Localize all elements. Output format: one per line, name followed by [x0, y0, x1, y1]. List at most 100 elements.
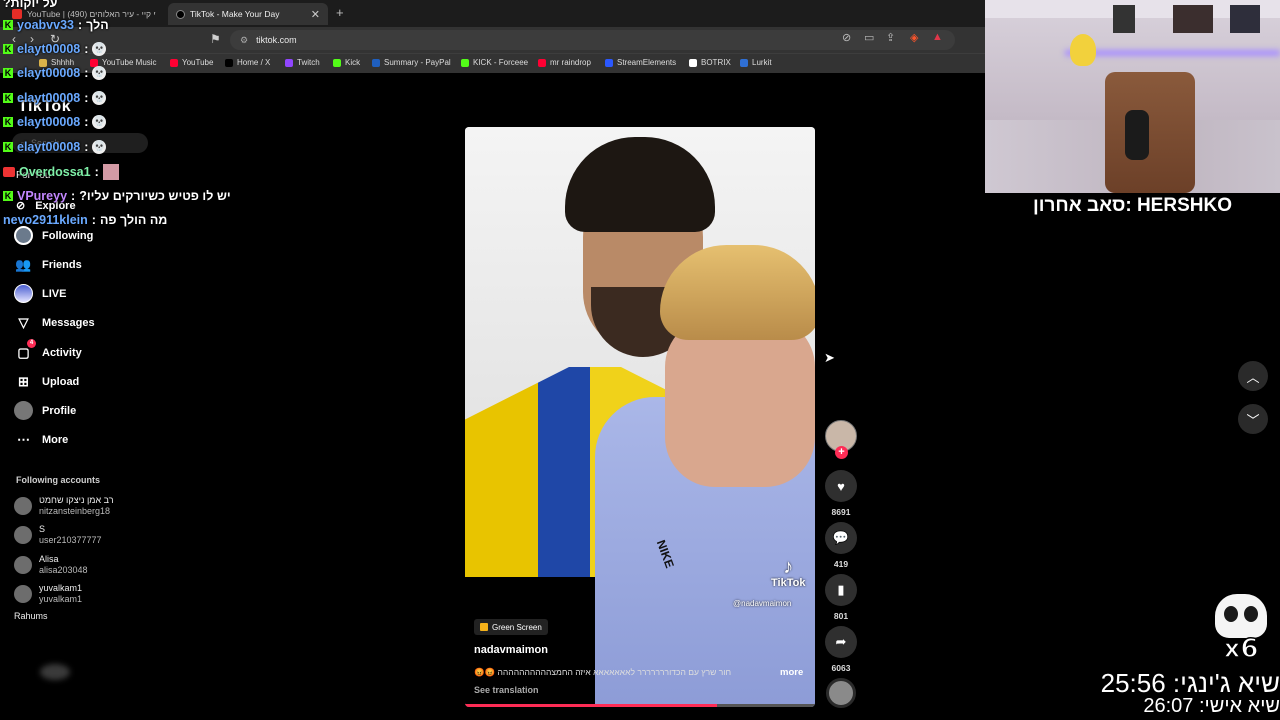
heart-icon: ♥ — [837, 478, 845, 494]
share-count: 6063 — [831, 663, 851, 673]
video-author[interactable]: nadavmaimon — [474, 644, 548, 656]
see-translation-link[interactable]: See translation — [474, 685, 539, 695]
tiktok-watermark: ♪ TikTok — [771, 557, 805, 589]
skull-emote-icon: 💀 — [92, 66, 107, 80]
nav-live[interactable]: LIVE — [14, 284, 66, 303]
following-account[interactable]: Rahums — [14, 611, 48, 622]
mouse-cursor-icon: ➤ — [824, 350, 835, 365]
previous-video-button[interactable]: ︿ — [1238, 361, 1268, 391]
effect-tag[interactable]: Green Screen — [474, 619, 548, 635]
brave-rewards-icon[interactable]: ▲ — [932, 31, 943, 43]
account-names: Alisa alisa203048 — [39, 554, 88, 576]
following-account[interactable]: רב אמן ניצקו שחמט nitzansteinberg18 — [14, 495, 114, 517]
video-progress-fill — [465, 704, 717, 707]
streamelements-icon — [605, 58, 613, 67]
music-disc[interactable] — [826, 678, 856, 708]
bookmark-4[interactable]: Twitch — [285, 58, 320, 67]
nav-profile[interactable]: Profile — [14, 401, 76, 420]
nav-activity[interactable]: ▢ 4 Activity — [14, 339, 82, 362]
bookmark-2[interactable]: YouTube — [170, 58, 213, 67]
chat-username: yoabvv33 — [17, 18, 74, 32]
browser-toolbar: ‹ › ↻ ⚑ ⚙ tiktok.com ⊘ ▭ ⇪ ◈ ▲ — [0, 27, 985, 53]
mute-icon[interactable]: ⊘ — [842, 31, 851, 44]
tiktok-note-icon: ♪ — [783, 556, 794, 578]
caption-more-button[interactable]: more — [780, 667, 803, 678]
following-avatar-icon — [14, 226, 33, 245]
nav-upload[interactable]: ⊞ Upload — [14, 372, 79, 391]
bookmark-8[interactable]: mr raindrop — [538, 58, 591, 67]
bookmark-3[interactable]: Home / X — [225, 58, 270, 67]
nav-friends[interactable]: 👥 Friends — [14, 255, 81, 274]
chat-text: מה הולך פה — [99, 213, 168, 227]
account-display-name: רב אמן ניצקו שחמט — [39, 495, 114, 505]
messages-icon: ▽ — [18, 314, 29, 330]
like-button[interactable]: ♥ — [825, 470, 857, 502]
nav-following[interactable]: Following — [14, 226, 93, 245]
share-icon[interactable]: ⇪ — [886, 31, 895, 44]
bookmark-11[interactable]: Lurkit — [740, 58, 772, 67]
chat-separator: : — [94, 165, 99, 179]
share-arrow-icon: ➦ — [835, 634, 847, 649]
following-account[interactable]: Alisa alisa203048 — [14, 554, 88, 576]
avatar — [14, 556, 32, 574]
save-button[interactable]: ▮ — [825, 574, 857, 606]
wall-poster — [1173, 5, 1213, 33]
bookmark-label: YouTube — [182, 58, 214, 67]
bookmarks-bar: Shhhh YouTube Music YouTube Home / X Twitch K… — [0, 53, 985, 73]
bookmark-5[interactable]: Kick — [333, 58, 360, 67]
skull-multiplier-text: x6 — [1223, 633, 1259, 665]
upload-icon: ⊞ — [18, 373, 29, 389]
bookmark-label: Summary - PayPal — [384, 58, 451, 67]
activity-badge: 4 — [27, 339, 36, 348]
x-icon — [225, 58, 233, 67]
kick-icon — [333, 58, 341, 67]
bookmark-6[interactable]: Summary - PayPal — [372, 58, 451, 67]
account-handle: nitzansteinberg18 — [39, 506, 111, 516]
kick-icon — [461, 58, 469, 67]
nav-label: Profile — [42, 404, 77, 417]
tab-tiktok[interactable]: TikTok - Make Your Day ✕ — [168, 3, 328, 25]
chat-message: Kyoabvv33: הלך — [3, 18, 109, 32]
browser-tab-bar: YouTube | (490) די קיי - עיר האלוהים Tik… — [0, 0, 985, 27]
wall-poster — [1230, 5, 1260, 33]
chat-username: Overdossa1 — [19, 165, 91, 179]
nav-messages[interactable]: ▽ Messages — [14, 313, 95, 332]
comment-button[interactable]: 💬 — [825, 522, 857, 554]
nav-more[interactable]: ⋯ More — [14, 430, 68, 449]
chat-username: elayt00008 — [17, 66, 81, 80]
brave-shield-icon[interactable]: ◈ — [910, 31, 918, 44]
close-tab-icon[interactable]: ✕ — [311, 8, 320, 21]
chat-message: Kelayt00008: 💀 — [3, 42, 107, 56]
url-text: tiktok.com — [256, 35, 297, 45]
site-info-icon[interactable]: ⚙ — [240, 35, 248, 46]
next-video-button[interactable]: ﹀ — [1238, 404, 1268, 434]
following-account[interactable]: Suser210377777 — [14, 524, 102, 546]
video-player[interactable]: NIKE ♪ TikTok @nadavmaimon Green Screen … — [465, 127, 815, 707]
cast-icon[interactable]: ▭ — [864, 31, 874, 44]
skull-emote-icon: 💀 — [92, 42, 107, 56]
bookmark-label: KICK - Forceee — [473, 58, 529, 67]
video-progress-bar[interactable] — [465, 704, 815, 707]
new-tab-button[interactable]: + — [336, 5, 344, 20]
follow-plus-icon[interactable]: + — [835, 446, 848, 459]
lurkit-icon — [740, 58, 748, 67]
chat-username: elayt00008 — [17, 42, 81, 56]
bookmark-10[interactable]: BOTRIX — [689, 58, 731, 67]
bookmark-label: Home / X — [237, 58, 271, 67]
kick-badge-icon: K — [3, 44, 13, 54]
chat-username: VPureyy — [17, 189, 68, 203]
chat-message: Kelayt00008: 💀 — [3, 115, 107, 129]
chevron-down-icon: ﹀ — [1246, 412, 1260, 428]
like-count: 8691 — [831, 507, 851, 517]
kick-badge-icon: K — [3, 68, 13, 78]
bookmark-7[interactable]: KICK - Forceee — [461, 58, 528, 67]
chat-username: elayt00008 — [17, 91, 81, 105]
following-account[interactable]: yuvalkam1 yuvalkam1 — [14, 583, 82, 605]
bookmark-9[interactable]: StreamElements — [605, 58, 676, 67]
skull-eye — [1224, 606, 1238, 622]
webcam-feed — [985, 0, 1280, 193]
watermark-brand: TikTok — [771, 577, 806, 589]
bookmark-icon[interactable]: ⚑ — [210, 32, 221, 46]
account-names: Suser210377777 — [39, 524, 102, 546]
share-button[interactable]: ➦ — [825, 626, 857, 658]
